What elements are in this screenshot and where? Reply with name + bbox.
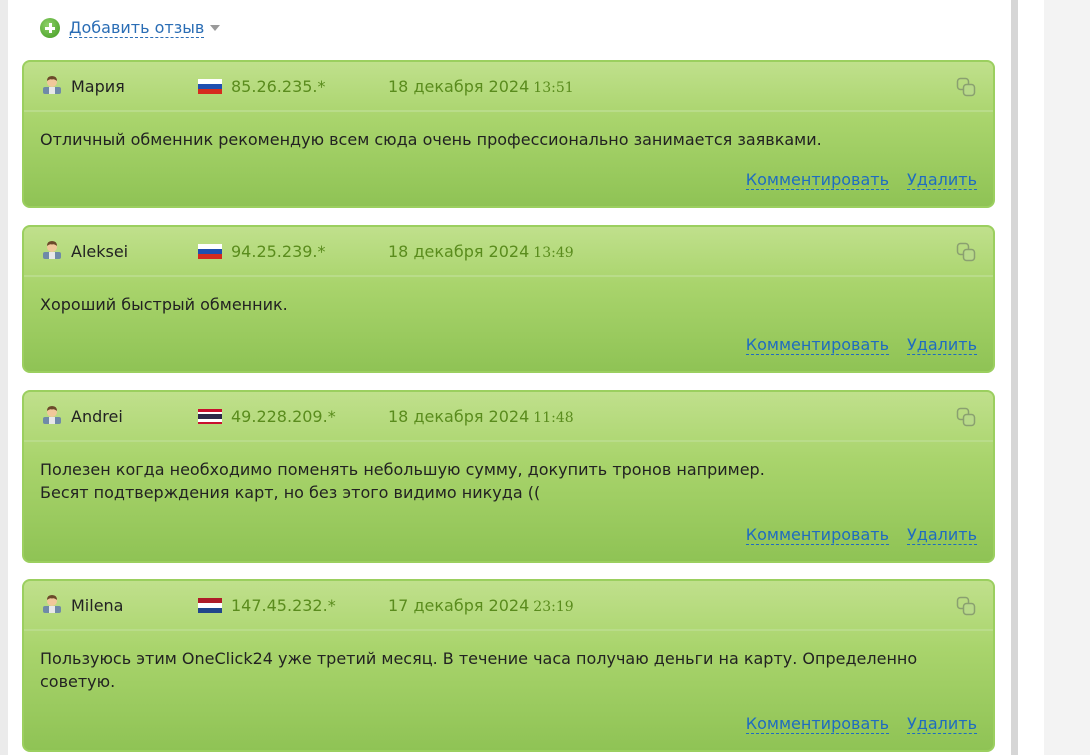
reviewer-name: Мария	[71, 77, 125, 96]
review-text: Полезен когда необходимо поменять неболь…	[40, 458, 953, 504]
review-time: 23:19	[533, 599, 574, 615]
copy-icon[interactable]	[955, 406, 977, 428]
reviewer-name: Milena	[71, 596, 124, 615]
review-date: 17 декабря 2024 23:19	[388, 596, 574, 615]
review-text-line: Хороший быстрый обменник.	[40, 295, 288, 314]
review-date: 18 декабря 2024 13:49	[388, 242, 574, 261]
delete-link[interactable]: Удалить	[907, 526, 977, 545]
delete-link[interactable]: Удалить	[907, 171, 977, 190]
right-sidebar-inner	[1044, 0, 1090, 755]
review-card: Aleksei 94.25.239.* 18 декабря 2024 13:49…	[22, 225, 995, 373]
copy-icon[interactable]	[955, 241, 977, 263]
review-date: 18 декабря 2024 11:48	[388, 407, 574, 426]
reviewer-ip: 85.26.235.*	[231, 77, 326, 96]
review-actions: Комментировать Удалить	[745, 715, 977, 734]
reviewer-ip: 49.228.209.*	[231, 407, 336, 426]
copy-icon[interactable]	[955, 595, 977, 617]
review-card: Milena 147.45.232.* 17 декабря 2024 23:19…	[22, 579, 995, 752]
country-flag-icon	[198, 598, 222, 613]
review-text: Отличный обменник рекомендую всем сюда о…	[40, 128, 953, 151]
review-text-line: Бесят подтверждения карт, но без этого в…	[40, 483, 541, 502]
country-flag-icon	[198, 409, 222, 424]
user-icon	[43, 595, 61, 613]
comment-link[interactable]: Комментировать	[745, 171, 889, 190]
review-header: Aleksei 94.25.239.* 18 декабря 2024 13:49	[24, 227, 993, 277]
review-card: Мария 85.26.235.* 18 декабря 2024 13:51 О…	[22, 60, 995, 208]
reviewer-ip: 147.45.232.*	[231, 596, 336, 615]
add-review-button[interactable]: Добавить отзыв	[40, 16, 221, 40]
delete-link[interactable]: Удалить	[907, 336, 977, 355]
review-text: Пользуюсь этим OneClick24 уже третий мес…	[40, 647, 953, 693]
review-date: 18 декабря 2024 13:51	[388, 77, 574, 96]
review-text-line: Отличный обменник рекомендую всем сюда о…	[40, 130, 822, 149]
review-actions: Комментировать Удалить	[745, 336, 977, 355]
reviewer-name: Aleksei	[71, 242, 129, 261]
review-time: 11:48	[533, 410, 574, 426]
review-actions: Комментировать Удалить	[745, 526, 977, 545]
review-time: 13:51	[533, 80, 574, 96]
copy-icon[interactable]	[955, 76, 977, 98]
review-actions: Комментировать Удалить	[745, 171, 977, 190]
review-header: Мария 85.26.235.* 18 декабря 2024 13:51	[24, 62, 993, 112]
review-text-line: советую.	[40, 672, 116, 691]
reviewer-name: Andrei	[71, 407, 123, 426]
review-text: Хороший быстрый обменник.	[40, 293, 953, 316]
user-icon	[43, 241, 61, 259]
review-header: Milena 147.45.232.* 17 декабря 2024 23:19	[24, 581, 993, 631]
plus-circle-icon	[40, 18, 60, 38]
country-flag-icon	[198, 79, 222, 94]
chevron-down-icon[interactable]	[210, 25, 221, 31]
reviewer-ip: 94.25.239.*	[231, 242, 326, 261]
review-card: Andrei 49.228.209.* 18 декабря 2024 11:48…	[22, 390, 995, 563]
review-time: 13:49	[533, 245, 574, 261]
right-sidebar	[1018, 0, 1090, 755]
review-text-line: Полезен когда необходимо поменять неболь…	[40, 460, 765, 479]
country-flag-icon	[198, 244, 222, 259]
user-icon	[43, 76, 61, 94]
comment-link[interactable]: Комментировать	[745, 715, 889, 734]
comment-link[interactable]: Комментировать	[745, 526, 889, 545]
panel-border	[1011, 0, 1018, 755]
add-review-label[interactable]: Добавить отзыв	[69, 18, 205, 38]
review-text-line: Пользуюсь этим OneClick24 уже третий мес…	[40, 649, 918, 668]
user-icon	[43, 406, 61, 424]
comment-link[interactable]: Комментировать	[745, 336, 889, 355]
delete-link[interactable]: Удалить	[907, 715, 977, 734]
review-header: Andrei 49.228.209.* 18 декабря 2024 11:48	[24, 392, 993, 442]
